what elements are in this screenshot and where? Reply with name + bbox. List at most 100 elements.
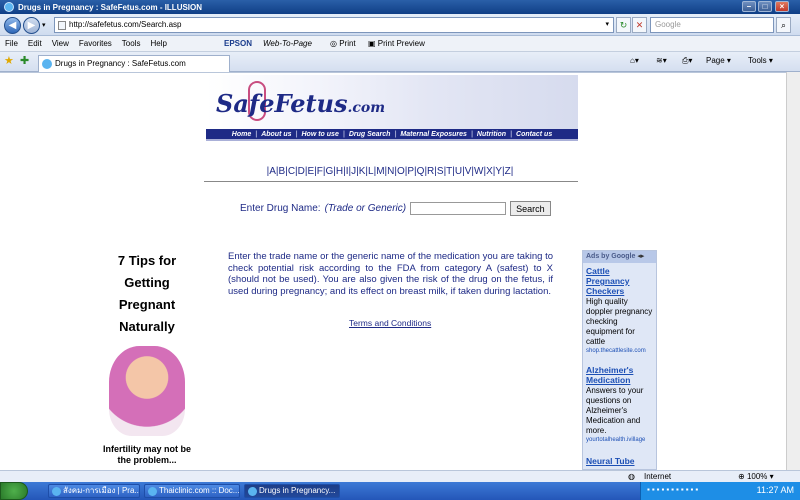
terms-link[interactable]: Terms and Conditions	[349, 318, 431, 328]
tab-ie-icon	[42, 59, 52, 69]
left-banner-ad[interactable]: 7 Tips for Getting Pregnant Naturally In…	[96, 250, 198, 466]
window-title: Drugs in Pregnancy : SafeFetus.com - ILL…	[18, 2, 203, 12]
taskbar-button[interactable]: สังคม-การเมือง | Pra...	[48, 484, 140, 498]
letter-link-m[interactable]: M	[376, 166, 384, 177]
tools-menu[interactable]: Tools ▾	[748, 56, 773, 65]
ad-title[interactable]: Neural Tube	[586, 456, 653, 466]
taskbar-button[interactable]: Thaiclinic.com :: Doc...	[144, 484, 240, 498]
drug-name-label: Enter Drug Name:	[240, 203, 321, 214]
letter-link-a[interactable]: A	[269, 166, 276, 177]
ads-header-label: Ads by Google	[586, 253, 636, 260]
page-icon	[58, 21, 66, 30]
taskbar-button-active[interactable]: Drugs in Pregnancy...	[244, 484, 340, 498]
print-preview-button[interactable]: ▣ Print Preview	[368, 39, 425, 48]
drug-search-button[interactable]: Search	[510, 201, 551, 216]
letter-link-d[interactable]: D	[298, 166, 305, 177]
letter-link-o[interactable]: O	[397, 166, 405, 177]
ad-title[interactable]: Cattle Pregnancy Checkers	[586, 266, 653, 296]
favorites-star-icon[interactable]: ★	[4, 54, 14, 67]
ad-url[interactable]: shop.thecattlesite.com	[586, 348, 653, 354]
tab-title: Drugs in Pregnancy : SafeFetus.com	[55, 59, 186, 68]
print-cmd-icon[interactable]: ⎙▾	[682, 56, 692, 66]
letter-link-c[interactable]: C	[288, 166, 295, 177]
window-titlebar: Drugs in Pregnancy : SafeFetus.com - ILL…	[0, 0, 800, 14]
menu-help[interactable]: Help	[145, 39, 171, 48]
nav-nutrition[interactable]: Nutrition	[477, 131, 506, 138]
zoom-control[interactable]: ⊕ 100% ▾	[738, 472, 774, 481]
nav-how-to-use[interactable]: How to use	[302, 131, 339, 138]
globe-icon: ◍	[628, 472, 635, 481]
drug-name-input[interactable]	[410, 202, 507, 215]
pregnant-woman-image	[109, 346, 185, 436]
ads-header[interactable]: Ads by Google ◂▸	[583, 251, 656, 263]
letter-link-s[interactable]: S	[437, 166, 444, 177]
ad-line: 7 Tips for	[117, 253, 177, 268]
ie-task-icon	[148, 487, 157, 496]
ad-item[interactable]: Neural Tube	[583, 453, 656, 466]
ad-line: Getting	[124, 275, 170, 290]
nav-maternal-exposures[interactable]: Maternal Exposures	[400, 131, 467, 138]
taskbar-label: Thaiclinic.com :: Doc...	[159, 486, 240, 495]
web-to-page-button[interactable]: Web-To-Page	[263, 39, 312, 48]
back-button[interactable]: ◀	[4, 17, 21, 34]
search-description: Enter the trade name or the generic name…	[228, 251, 553, 297]
taskbar-label: Drugs in Pregnancy...	[259, 486, 336, 495]
nav-about[interactable]: About us	[261, 131, 291, 138]
add-favorite-icon[interactable]: ✚	[20, 54, 29, 67]
zoom-icon: ⊕	[738, 472, 747, 481]
search-icon[interactable]: ⌕	[776, 17, 791, 33]
menu-edit[interactable]: Edit	[23, 39, 47, 48]
refresh-icon[interactable]: ↻	[616, 17, 631, 33]
minimize-button[interactable]: –	[742, 1, 756, 12]
close-button[interactable]: ×	[775, 1, 789, 12]
logo-suffix: .com	[347, 100, 386, 116]
alphabet-index: |A|B|C|D|E|F|G|H|I|J|K|L|M|N|O|P|Q|R|S|T…	[266, 166, 514, 177]
vertical-scrollbar[interactable]	[786, 72, 800, 470]
taskbar: สังคม-การเมือง | Pra... Thaiclinic.com :…	[0, 482, 800, 500]
system-tray: ▪▪▪▪▪▪▪▪▪▪▪ 11:27 AM	[640, 482, 800, 500]
url-dropdown-icon[interactable]: ▾	[605, 18, 609, 32]
google-ads-panel: Ads by Google ◂▸ Cattle Pregnancy Checke…	[582, 250, 657, 470]
ie-icon	[4, 2, 14, 12]
ad-note: Infertility may not be the problem...	[102, 444, 191, 465]
logo-text: SafeFetus	[216, 89, 348, 118]
page-menu[interactable]: Page ▾	[706, 56, 731, 65]
menu-file[interactable]: File	[0, 39, 23, 48]
print-button[interactable]: ◎ Print	[330, 39, 356, 48]
print-icon: ◎	[330, 39, 340, 48]
zone-label: Internet	[644, 472, 672, 481]
url-input[interactable]: http://safefetus.com/Search.asp ▾	[54, 17, 614, 33]
search-input[interactable]: Google	[650, 17, 774, 33]
ad-title[interactable]: Alzheimer's Medication	[586, 365, 653, 385]
drug-name-hint: (Trade or Generic)	[324, 203, 407, 214]
url-text: http://safefetus.com/Search.asp	[69, 20, 182, 29]
home-icon[interactable]: ⌂▾	[630, 56, 639, 65]
letter-link-x[interactable]: X	[486, 166, 493, 177]
feeds-icon[interactable]: ≋▾	[656, 56, 667, 65]
tab-safefetus[interactable]: Drugs in Pregnancy : SafeFetus.com	[38, 55, 230, 72]
tray-icons[interactable]: ▪▪▪▪▪▪▪▪▪▪▪	[647, 485, 700, 494]
clock[interactable]: 11:27 AM	[757, 485, 794, 495]
forward-button[interactable]: ▶	[23, 17, 40, 34]
print-preview-label: Print Preview	[377, 39, 425, 48]
address-toolbar: ◀ ▶ ▾ http://safefetus.com/Search.asp ▾ …	[0, 14, 800, 36]
nav-drug-search[interactable]: Drug Search	[349, 131, 391, 138]
site-banner[interactable]: SafeFetus.com	[206, 75, 578, 129]
nav-home[interactable]: Home	[232, 131, 251, 138]
ad-item[interactable]: Cattle Pregnancy Checkers High quality d…	[583, 263, 656, 354]
ad-url[interactable]: yourtotalhealth.ivillage	[586, 437, 653, 443]
maximize-button[interactable]: □	[758, 1, 772, 12]
ads-arrows-icon[interactable]: ◂▸	[637, 253, 644, 260]
menu-view[interactable]: View	[47, 39, 74, 48]
ad-body: High quality doppler pregnancy checking …	[586, 297, 653, 346]
start-button[interactable]	[0, 482, 28, 500]
menu-tools[interactable]: Tools	[117, 39, 146, 48]
nav-contact[interactable]: Contact us	[516, 131, 552, 138]
ad-item[interactable]: Alzheimer's Medication Answers to your q…	[583, 362, 656, 443]
history-dropdown-icon[interactable]: ▾	[42, 21, 46, 29]
ad-line: Naturally	[119, 319, 175, 334]
menu-favorites[interactable]: Favorites	[74, 39, 117, 48]
divider	[204, 181, 578, 182]
stop-icon[interactable]: ✕	[632, 17, 647, 33]
page-menu-label: Page	[706, 56, 725, 65]
